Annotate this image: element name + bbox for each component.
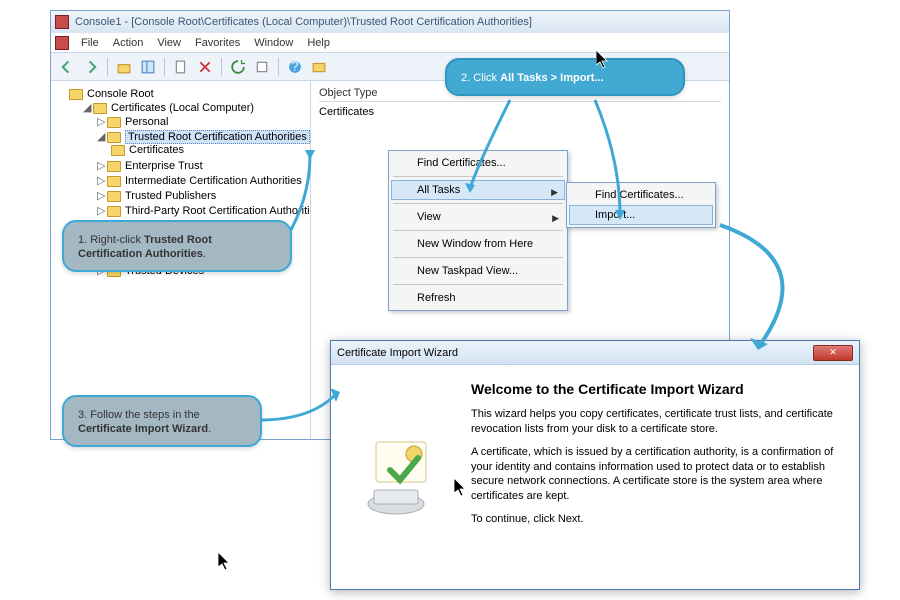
folder-icon xyxy=(107,117,121,128)
delete-icon[interactable] xyxy=(195,57,215,77)
back-button[interactable] xyxy=(57,57,77,77)
wizard-p1: This wizard helps you copy certificates,… xyxy=(471,407,839,437)
separator xyxy=(393,284,563,285)
cursor-icon xyxy=(218,552,232,572)
wizard-graphic xyxy=(331,365,471,589)
separator xyxy=(393,176,563,177)
folder-icon xyxy=(111,145,125,156)
titlebar[interactable]: Console1 - [Console Root\Certificates (L… xyxy=(51,11,729,33)
submenu: Find Certificates... Import... xyxy=(566,182,716,228)
refresh-icon[interactable] xyxy=(228,57,248,77)
tree-trca-certs[interactable]: Certificates xyxy=(111,143,306,157)
wizard-title: Certificate Import Wizard xyxy=(337,347,458,359)
cursor-icon xyxy=(596,50,610,70)
folder-icon xyxy=(107,132,121,143)
menu-window[interactable]: Window xyxy=(248,35,299,51)
wizard-heading: Welcome to the Certificate Import Wizard xyxy=(471,381,839,397)
help-icon[interactable]: ? xyxy=(285,57,305,77)
ctx-view[interactable]: View▶ xyxy=(391,207,565,227)
forward-button[interactable] xyxy=(81,57,101,77)
menu-help[interactable]: Help xyxy=(301,35,336,51)
menu-action[interactable]: Action xyxy=(107,35,150,51)
wizard-p2: A certificate, which is issued by a cert… xyxy=(471,445,839,504)
ctx-refresh[interactable]: Refresh xyxy=(391,288,565,308)
ctx-new-window[interactable]: New Window from Here xyxy=(391,234,565,254)
tree-trca[interactable]: ◢Trusted Root Certification Authorities … xyxy=(97,129,306,158)
tree-personal[interactable]: ▷Personal xyxy=(97,114,306,129)
wizard-titlebar[interactable]: Certificate Import Wizard ✕ xyxy=(331,341,859,365)
window-title: Console1 - [Console Root\Certificates (L… xyxy=(75,16,532,28)
menu-file[interactable]: File xyxy=(75,35,105,51)
close-button[interactable]: ✕ xyxy=(813,345,853,361)
cut-icon[interactable] xyxy=(171,57,191,77)
folder-icon xyxy=(107,191,121,202)
folder-icon xyxy=(107,206,121,217)
separator xyxy=(393,203,563,204)
app-icon xyxy=(55,15,69,29)
cursor-icon xyxy=(454,478,468,498)
folder-icon xyxy=(107,161,121,172)
callout-step2: 2. Click All Tasks > Import... xyxy=(445,58,685,96)
folder-icon xyxy=(93,103,107,114)
sub-import[interactable]: Import... xyxy=(569,205,713,225)
list-item[interactable]: Certificates xyxy=(319,106,721,118)
callout-step3: 3. Follow the steps in the Certificate I… xyxy=(62,395,262,447)
svg-text:?: ? xyxy=(291,60,298,74)
menubar: File Action View Favorites Window Help xyxy=(51,33,729,53)
sub-find[interactable]: Find Certificates... xyxy=(569,185,713,205)
folder-icon xyxy=(107,176,121,187)
context-menu: Find Certificates... All Tasks▶ View▶ Ne… xyxy=(388,150,568,311)
separator xyxy=(393,230,563,231)
callout-step1: 1. Right-click Trusted Root Certificatio… xyxy=(62,220,292,272)
tree-tp[interactable]: ▷Trusted Publishers xyxy=(97,188,306,203)
wizard-dialog: Certificate Import Wizard ✕ Welcome to t… xyxy=(330,340,860,590)
menu-favorites[interactable]: Favorites xyxy=(189,35,246,51)
menu-view[interactable]: View xyxy=(151,35,187,51)
show-hide-button[interactable] xyxy=(138,57,158,77)
folder-icon xyxy=(69,89,83,100)
ctx-new-taskpad[interactable]: New Taskpad View... xyxy=(391,261,565,281)
tree-et[interactable]: ▷Enterprise Trust xyxy=(97,158,306,173)
up-button[interactable] xyxy=(114,57,134,77)
separator xyxy=(393,257,563,258)
ctx-find[interactable]: Find Certificates... xyxy=(391,153,565,173)
export-icon[interactable] xyxy=(252,57,272,77)
tree-tprca[interactable]: ▷Third-Party Root Certification Authorit… xyxy=(97,203,306,218)
options-icon[interactable] xyxy=(309,57,329,77)
submenu-arrow-icon: ▶ xyxy=(552,213,559,224)
wizard-p3: To continue, click Next. xyxy=(471,512,839,527)
submenu-arrow-icon: ▶ xyxy=(551,187,558,198)
ctx-all-tasks[interactable]: All Tasks▶ xyxy=(391,180,565,200)
system-menu-icon[interactable] xyxy=(55,36,69,50)
tree-ica[interactable]: ▷Intermediate Certification Authorities xyxy=(97,173,306,188)
